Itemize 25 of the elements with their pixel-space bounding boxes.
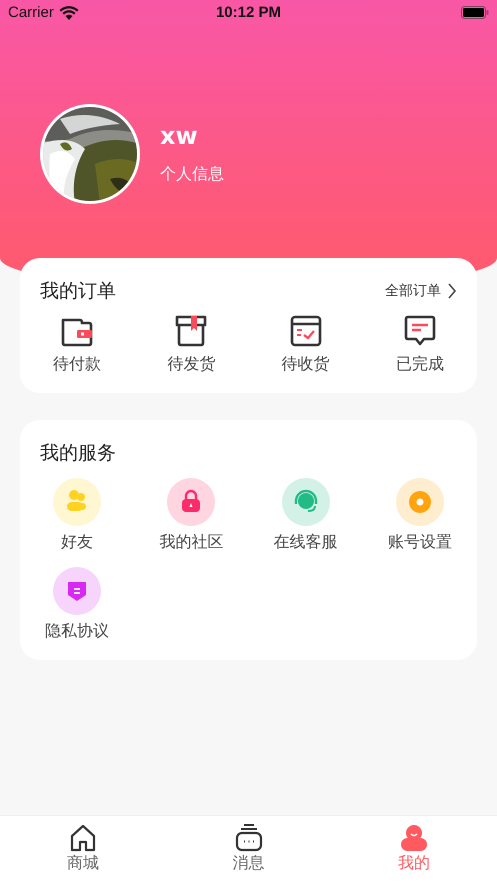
section-title: 我的服务 xyxy=(40,441,116,466)
order-status-item[interactable]: 待收货 xyxy=(282,314,330,375)
carrier-label: Carrier xyxy=(8,4,54,21)
message-icon xyxy=(402,314,437,348)
box-icon xyxy=(174,314,208,348)
person-icon xyxy=(399,823,430,853)
all-orders-link[interactable]: 全部订单 xyxy=(385,282,457,300)
service-item[interactable]: 在线客服 xyxy=(274,478,338,553)
battery-icon xyxy=(461,6,489,19)
tab-item[interactable]: 商城 xyxy=(0,816,166,883)
wifi-icon xyxy=(58,6,79,20)
service-item[interactable]: 好友 xyxy=(53,478,102,553)
order-status-item[interactable]: 待发货 xyxy=(167,314,216,375)
service-item[interactable]: 我的社区 xyxy=(159,478,224,553)
chat-icon xyxy=(234,823,264,853)
section-title: 我的订单 xyxy=(40,279,116,304)
checklist-icon xyxy=(288,314,323,348)
time-label: 10:12 PM xyxy=(214,4,282,21)
service-item[interactable]: 账号设置 xyxy=(388,478,452,553)
chevron-icon xyxy=(447,283,457,299)
order-status-item[interactable]: 已完成 xyxy=(396,314,444,375)
order-status-item[interactable]: 待付款 xyxy=(53,314,102,375)
user-name: xw xyxy=(160,124,198,148)
tab-item[interactable]: 消息 xyxy=(166,816,332,883)
service-item[interactable]: 隐私协议 xyxy=(45,567,110,642)
